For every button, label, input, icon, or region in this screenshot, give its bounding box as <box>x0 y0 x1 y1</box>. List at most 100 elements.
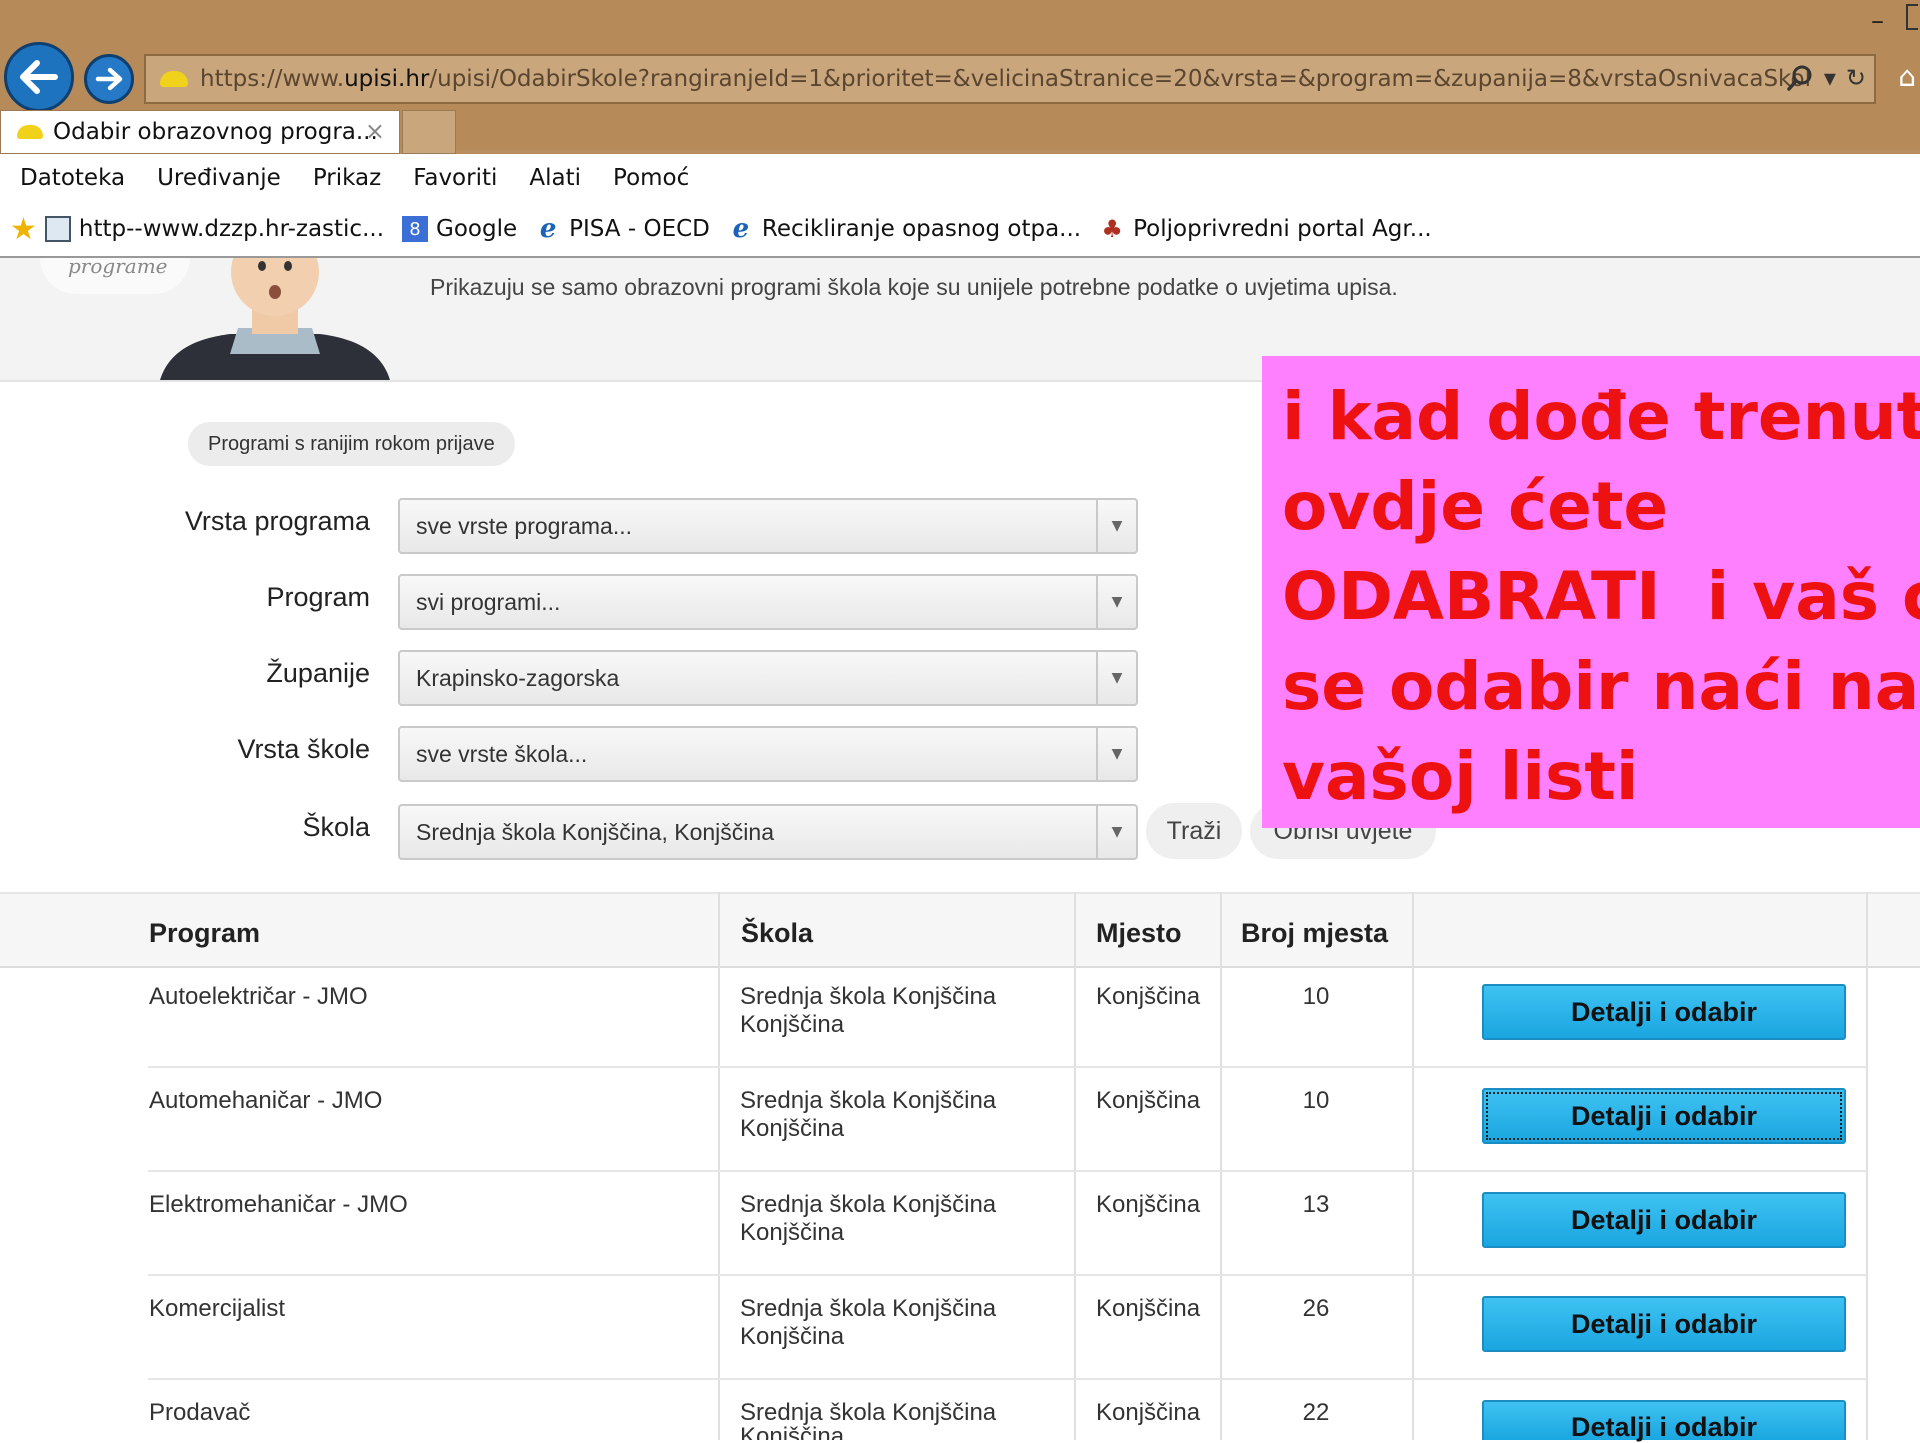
menu-item-view[interactable]: Prikaz <box>313 165 381 191</box>
cell-count: 13 <box>1302 1191 1330 1218</box>
menu-item-edit[interactable]: Uređivanje <box>157 165 281 191</box>
student-illustration <box>160 258 390 380</box>
details-select-button[interactable]: Detalji i odabir <box>1482 984 1846 1040</box>
program-select[interactable]: svi programi... ▼ <box>398 574 1138 630</box>
column-header-program[interactable]: Program <box>149 918 260 949</box>
favorite-label: Recikliranje opasnog otpa... <box>761 216 1082 242</box>
filter-label-county: Županije <box>266 658 370 688</box>
address-url[interactable]: https://www.upisi.hr/upisi/OdabirSkole?r… <box>200 66 1810 92</box>
image-icon <box>44 216 71 242</box>
chevron-down-icon[interactable]: ▼ <box>1096 500 1136 552</box>
home-icon[interactable]: ⌂ <box>1898 60 1916 93</box>
site-favicon-icon <box>160 71 188 87</box>
favorite-link-pisa[interactable]: e PISA - OECD <box>535 214 710 244</box>
cell-program: Autoelektričar - JMO <box>149 983 368 1010</box>
back-button[interactable] <box>4 42 74 112</box>
cell-school: Srednja škola Konjščina <box>740 1087 997 1114</box>
google-icon: 8 <box>402 216 429 242</box>
refresh-icon[interactable]: ↻ <box>1846 64 1866 92</box>
column-header-school[interactable]: Škola <box>741 918 813 949</box>
ie-icon: e <box>539 214 557 244</box>
filter-label-school-type: Vrsta škole <box>237 734 370 764</box>
chevron-down-icon[interactable]: ▾ <box>1824 64 1836 92</box>
cell-school: Srednja škola Konjščina <box>740 1295 997 1322</box>
details-select-button[interactable]: Detalji i odabir <box>1482 1400 1846 1442</box>
favorites-star-icon[interactable]: ★ <box>10 212 37 247</box>
cell-program: Prodavač <box>149 1399 251 1426</box>
filter-label-program: Program <box>266 582 370 612</box>
row-divider <box>148 1274 1866 1276</box>
annotation-overlay: i kad dođe trenutak ovdje ćete ODABRATI … <box>1262 356 1920 828</box>
forward-button[interactable] <box>84 54 134 104</box>
menu-item-tools[interactable]: Alati <box>529 165 581 191</box>
chevron-down-icon[interactable]: ▼ <box>1096 806 1136 858</box>
cell-school-town: Konjščina <box>740 1323 845 1350</box>
column-header-count[interactable]: Broj mjesta <box>1241 918 1388 949</box>
annotation-text: i kad dođe trenutak ovdje ćete ODABRATI … <box>1282 378 1920 815</box>
details-select-button[interactable]: Detalji i odabir <box>1482 1088 1846 1144</box>
school-type-select[interactable]: sve vrste škola... ▼ <box>398 726 1138 782</box>
filter-label-program-type: Vrsta programa <box>184 506 370 536</box>
favorite-label: http--www.dzzp.hr-zastic... <box>78 216 385 242</box>
menu-item-file[interactable]: Datoteka <box>20 165 125 191</box>
select-value: svi programi... <box>416 589 561 615</box>
cell-count: 10 <box>1302 983 1330 1010</box>
plant-icon: ♣ <box>1101 215 1123 243</box>
cell-program: Komercijalist <box>149 1295 286 1322</box>
column-divider <box>718 892 720 1440</box>
cell-program: Automehaničar - JMO <box>149 1087 383 1114</box>
cell-place: Konjščina <box>1096 1191 1201 1218</box>
cell-school: Srednja škola Konjščina <box>740 1191 997 1218</box>
logo-text: programe <box>68 254 168 278</box>
column-divider <box>1412 892 1414 1440</box>
cell-program: Elektromehaničar - JMO <box>149 1191 408 1218</box>
row-divider <box>148 1066 1866 1068</box>
maximize-button[interactable] <box>1906 4 1918 30</box>
details-select-button[interactable]: Detalji i odabir <box>1482 1296 1846 1352</box>
cell-count: 10 <box>1302 1087 1330 1114</box>
favorite-link-google[interactable]: 8 Google <box>402 216 517 242</box>
arrow-left-icon <box>20 60 58 94</box>
early-deadline-button[interactable]: Programi s ranijim rokom prijave <box>188 422 515 466</box>
menu-item-help[interactable]: Pomoć <box>613 165 689 191</box>
county-select[interactable]: Krapinsko-zagorska ▼ <box>398 650 1138 706</box>
favorite-label: Poljoprivredni portal Agr... <box>1133 216 1432 242</box>
school-select[interactable]: Srednja škola Konjščina, Konjščina ▼ <box>398 804 1138 860</box>
favorite-link-dzzp[interactable]: http--www.dzzp.hr-zastic... <box>44 216 385 242</box>
tab-active[interactable]: Odabir obrazovnog progra... × <box>0 110 400 154</box>
favorite-label: PISA - OECD <box>569 216 710 242</box>
cell-place: Konjščina <box>1096 1399 1201 1426</box>
search-icon[interactable] <box>1786 64 1814 92</box>
address-bar[interactable]: https://www.upisi.hr/upisi/OdabirSkole?r… <box>144 54 1876 104</box>
ie-icon: e <box>732 214 750 244</box>
select-value: Srednja škola Konjščina, Konjščina <box>416 819 774 845</box>
cell-place: Konjščina <box>1096 983 1201 1010</box>
select-value: sve vrste škola... <box>416 741 588 767</box>
column-header-place[interactable]: Mjesto <box>1096 918 1182 949</box>
table-header <box>0 892 1920 968</box>
cell-place: Konjščina <box>1096 1087 1201 1114</box>
menu-item-favorites[interactable]: Favoriti <box>413 165 497 191</box>
column-divider <box>1074 892 1076 1440</box>
cell-count: 26 <box>1302 1295 1330 1322</box>
favorite-link-poljoprivredni[interactable]: ♣ Poljoprivredni portal Agr... <box>1099 215 1432 243</box>
chevron-down-icon[interactable]: ▼ <box>1096 652 1136 704</box>
search-button[interactable]: Traži <box>1146 803 1242 859</box>
arrow-right-icon <box>95 67 123 91</box>
minimize-button[interactable]: – <box>1871 6 1884 36</box>
column-divider <box>1866 892 1868 1440</box>
menu-bar: Datoteka Uređivanje Prikaz Favoriti Alat… <box>0 154 1920 202</box>
column-divider <box>1220 892 1222 1440</box>
cell-school-town: Konjščina <box>740 1219 845 1246</box>
close-icon[interactable]: × <box>365 117 385 145</box>
cell-school-town: Konjščina <box>740 1423 845 1440</box>
favorite-label: Google <box>436 216 518 242</box>
favorite-link-recikliranje[interactable]: e Recikliranje opasnog otpa... <box>728 214 1082 244</box>
chevron-down-icon[interactable]: ▼ <box>1096 728 1136 780</box>
chevron-down-icon[interactable]: ▼ <box>1096 576 1136 628</box>
new-tab-button[interactable] <box>402 110 456 154</box>
cell-school: Srednja škola Konjščina <box>740 983 997 1010</box>
program-type-select[interactable]: sve vrste programa... ▼ <box>398 498 1138 554</box>
hero-notice: Prikazuju se samo obrazovni programi ško… <box>430 274 1398 300</box>
details-select-button[interactable]: Detalji i odabir <box>1482 1192 1846 1248</box>
